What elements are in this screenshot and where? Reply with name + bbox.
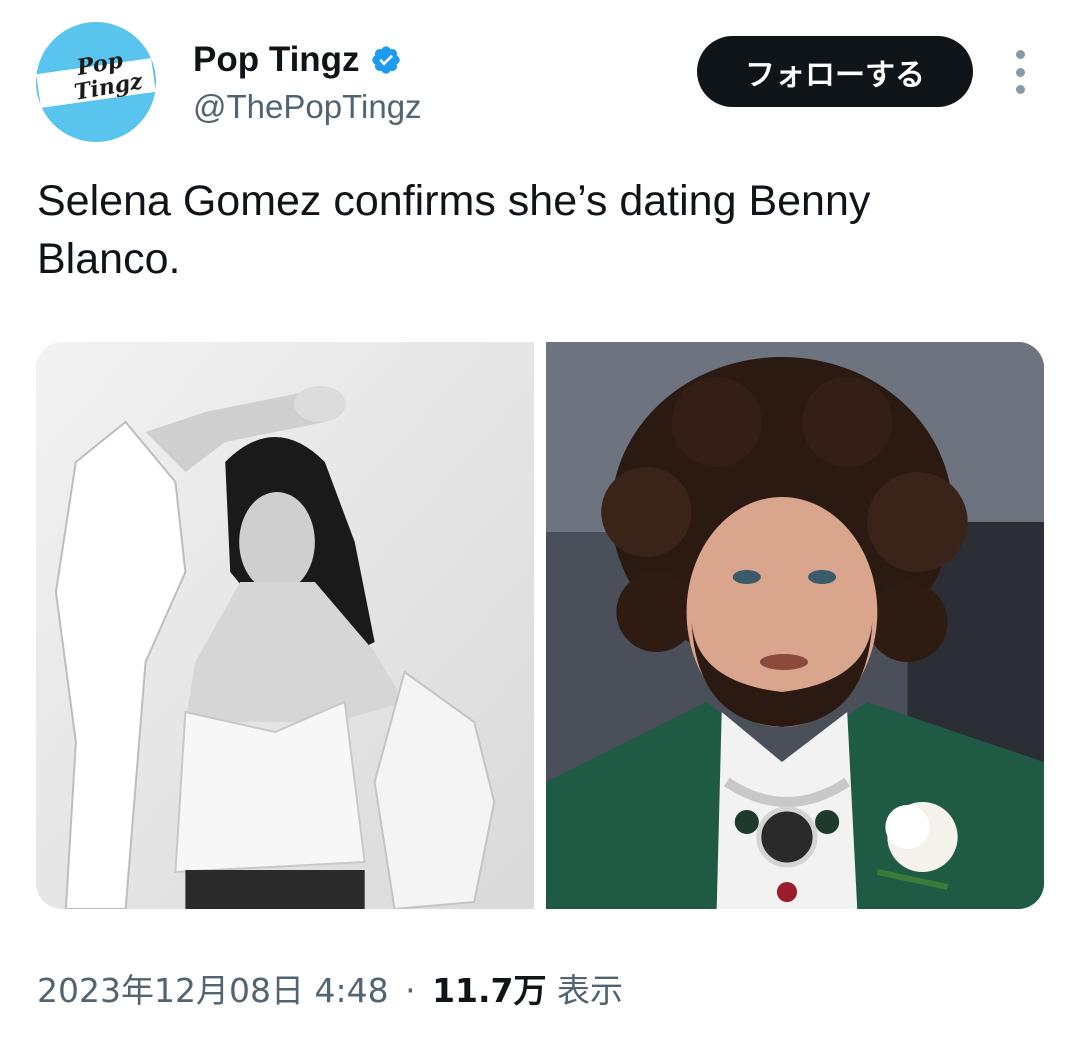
vertical-ellipsis-icon[interactable] bbox=[1008, 50, 1032, 94]
tweet-text: Selena Gomez confirms she’s dating Benny… bbox=[37, 177, 871, 283]
ellipsis-dot bbox=[1015, 85, 1025, 94]
ellipsis-dot bbox=[1015, 67, 1025, 77]
photo-selena-gomez[interactable] bbox=[36, 342, 534, 909]
ellipsis-dot bbox=[1015, 50, 1025, 59]
views-label: 表示 bbox=[556, 971, 623, 1010]
meta-separator: · bbox=[405, 971, 416, 1010]
tweet-card: Pop Tingz Pop Tingz @ThePopTingz フォローする … bbox=[0, 0, 1080, 1047]
avatar-logo-text: Pop Tingz bbox=[72, 47, 145, 106]
photo-illustration-left bbox=[36, 342, 534, 909]
timestamp[interactable]: 2023年12月08日 4:48 bbox=[37, 971, 389, 1010]
tweet-meta: 2023年12月08日 4:48 · 11.7万 表示 bbox=[37, 966, 623, 1016]
photo-benny-blanco[interactable] bbox=[546, 342, 1044, 909]
follow-button[interactable]: フォローする bbox=[697, 36, 973, 107]
media-grid bbox=[36, 342, 1044, 909]
display-name-row[interactable]: Pop Tingz bbox=[193, 38, 422, 82]
avatar[interactable]: Pop Tingz bbox=[36, 22, 156, 142]
verified-badge-icon bbox=[371, 46, 400, 74]
author-info: Pop Tingz @ThePopTingz bbox=[193, 38, 422, 128]
handle[interactable]: @ThePopTingz bbox=[193, 86, 422, 128]
photo-illustration-right bbox=[546, 342, 1044, 909]
views-count[interactable]: 11.7万 bbox=[432, 971, 546, 1010]
display-name[interactable]: Pop Tingz bbox=[193, 38, 360, 82]
